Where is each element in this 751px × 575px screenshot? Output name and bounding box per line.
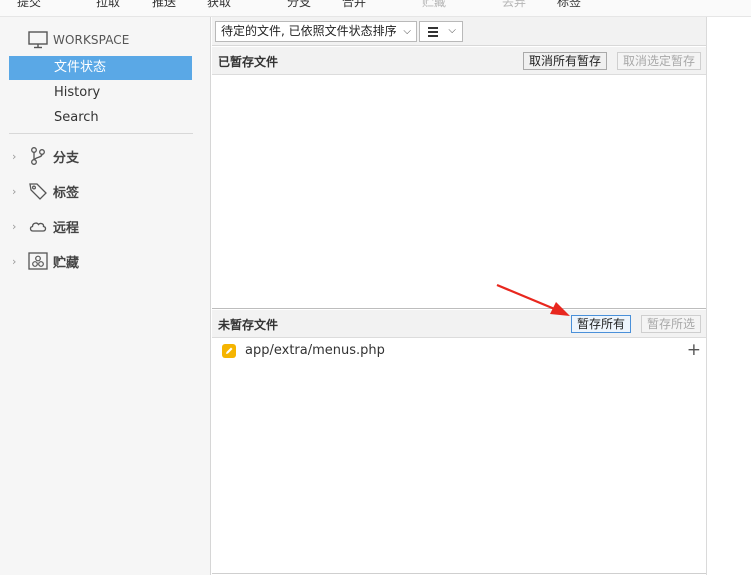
sidebar-group-remotes[interactable]: › 远程	[12, 214, 79, 238]
toolbar-stash-button[interactable]: 贮藏	[422, 0, 446, 10]
toolbar-push-button[interactable]: 推送	[152, 0, 176, 10]
sidebar-item-file-status[interactable]: 文件状态	[9, 56, 192, 80]
sidebar-group-label: 分支	[53, 150, 80, 166]
toolbar-commit-button[interactable]: 提交	[17, 0, 41, 10]
modified-file-icon	[222, 344, 236, 358]
sort-filter-select[interactable]: 待定的文件, 已依照文件状态排序 ⌵	[215, 21, 417, 42]
cloud-icon	[28, 216, 48, 236]
diff-panel-edge	[706, 17, 751, 575]
workspace-label: WORKSPACE	[53, 33, 130, 47]
sidebar-group-label: 贮藏	[53, 255, 80, 271]
unstaged-file-row[interactable]: app/extra/menus.php +	[212, 339, 707, 363]
staged-files-list[interactable]	[212, 76, 707, 308]
sidebar-group-label: 远程	[53, 220, 80, 236]
staged-files-header: 已暂存文件 取消所有暂存 取消选定暂存	[212, 47, 707, 75]
sidebar-item-history[interactable]: History	[9, 81, 192, 105]
unstaged-files-title: 未暂存文件	[218, 318, 279, 332]
sidebar-group-tags[interactable]: › 标签	[12, 179, 79, 203]
stage-all-button[interactable]: 暂存所有	[571, 315, 632, 333]
chevron-right-icon[interactable]: ›	[12, 185, 22, 198]
sidebar-group-label: 标签	[53, 185, 80, 201]
toolbar-tag-button[interactable]: 标签	[557, 0, 581, 10]
stage-selected-button[interactable]: 暂存所选	[641, 315, 702, 333]
tag-icon	[28, 181, 48, 201]
toolbar-branch-button[interactable]: 分支	[287, 0, 311, 10]
chevron-down-icon: ⌵	[403, 26, 411, 37]
stage-file-plus-icon[interactable]: +	[687, 340, 701, 360]
list-view-icon	[428, 27, 438, 39]
main-toolbar: 提交 拉取 推送 获取 分支 合并 贮藏 丢弃 标签	[0, 0, 751, 17]
toolbar-discard-button[interactable]: 丢弃	[502, 0, 526, 10]
sidebar-item-search[interactable]: Search	[9, 106, 192, 130]
chevron-right-icon[interactable]: ›	[12, 150, 22, 163]
sidebar-group-stashes[interactable]: › 贮藏	[12, 249, 79, 273]
file-status-panel: 待定的文件, 已依照文件状态排序 ⌵ ⌵ 已暂存文件 取消所有暂存 取消选定暂存…	[212, 17, 707, 575]
view-options-button[interactable]: ⌵	[419, 21, 463, 42]
chevron-right-icon[interactable]: ›	[12, 255, 22, 268]
unstage-all-button[interactable]: 取消所有暂存	[523, 52, 608, 70]
unstaged-files-header: 未暂存文件 暂存所有 暂存所选	[212, 310, 707, 338]
toolbar-fetch-button[interactable]: 获取	[207, 0, 231, 10]
sourcetree-window: 提交 拉取 推送 获取 分支 合并 贮藏 丢弃 标签 WORKSPACE 文件状…	[0, 0, 751, 575]
pane-splitter[interactable]	[212, 308, 707, 309]
branch-icon	[28, 146, 48, 166]
sidebar: WORKSPACE 文件状态 History Search › 分支 › 标签 …	[0, 17, 211, 575]
sort-filter-value: 待定的文件, 已依照文件状态排序	[221, 24, 397, 38]
panel-bottom-border	[212, 573, 707, 574]
file-path: app/extra/menus.php	[245, 343, 385, 358]
chevron-right-icon[interactable]: ›	[12, 220, 22, 233]
chevron-down-icon: ⌵	[448, 25, 456, 36]
sidebar-group-branches[interactable]: › 分支	[12, 144, 79, 168]
stash-icon	[28, 251, 48, 271]
workspace-header: WORKSPACE	[28, 29, 129, 51]
toolbar-merge-button[interactable]: 合并	[342, 0, 366, 10]
toolbar-pull-button[interactable]: 拉取	[96, 0, 120, 10]
filter-bar: 待定的文件, 已依照文件状态排序 ⌵ ⌵	[212, 17, 707, 46]
staged-files-title: 已暂存文件	[218, 55, 279, 69]
unstage-selected-button[interactable]: 取消选定暂存	[617, 52, 702, 70]
sidebar-divider	[9, 133, 193, 134]
monitor-icon	[28, 31, 48, 49]
